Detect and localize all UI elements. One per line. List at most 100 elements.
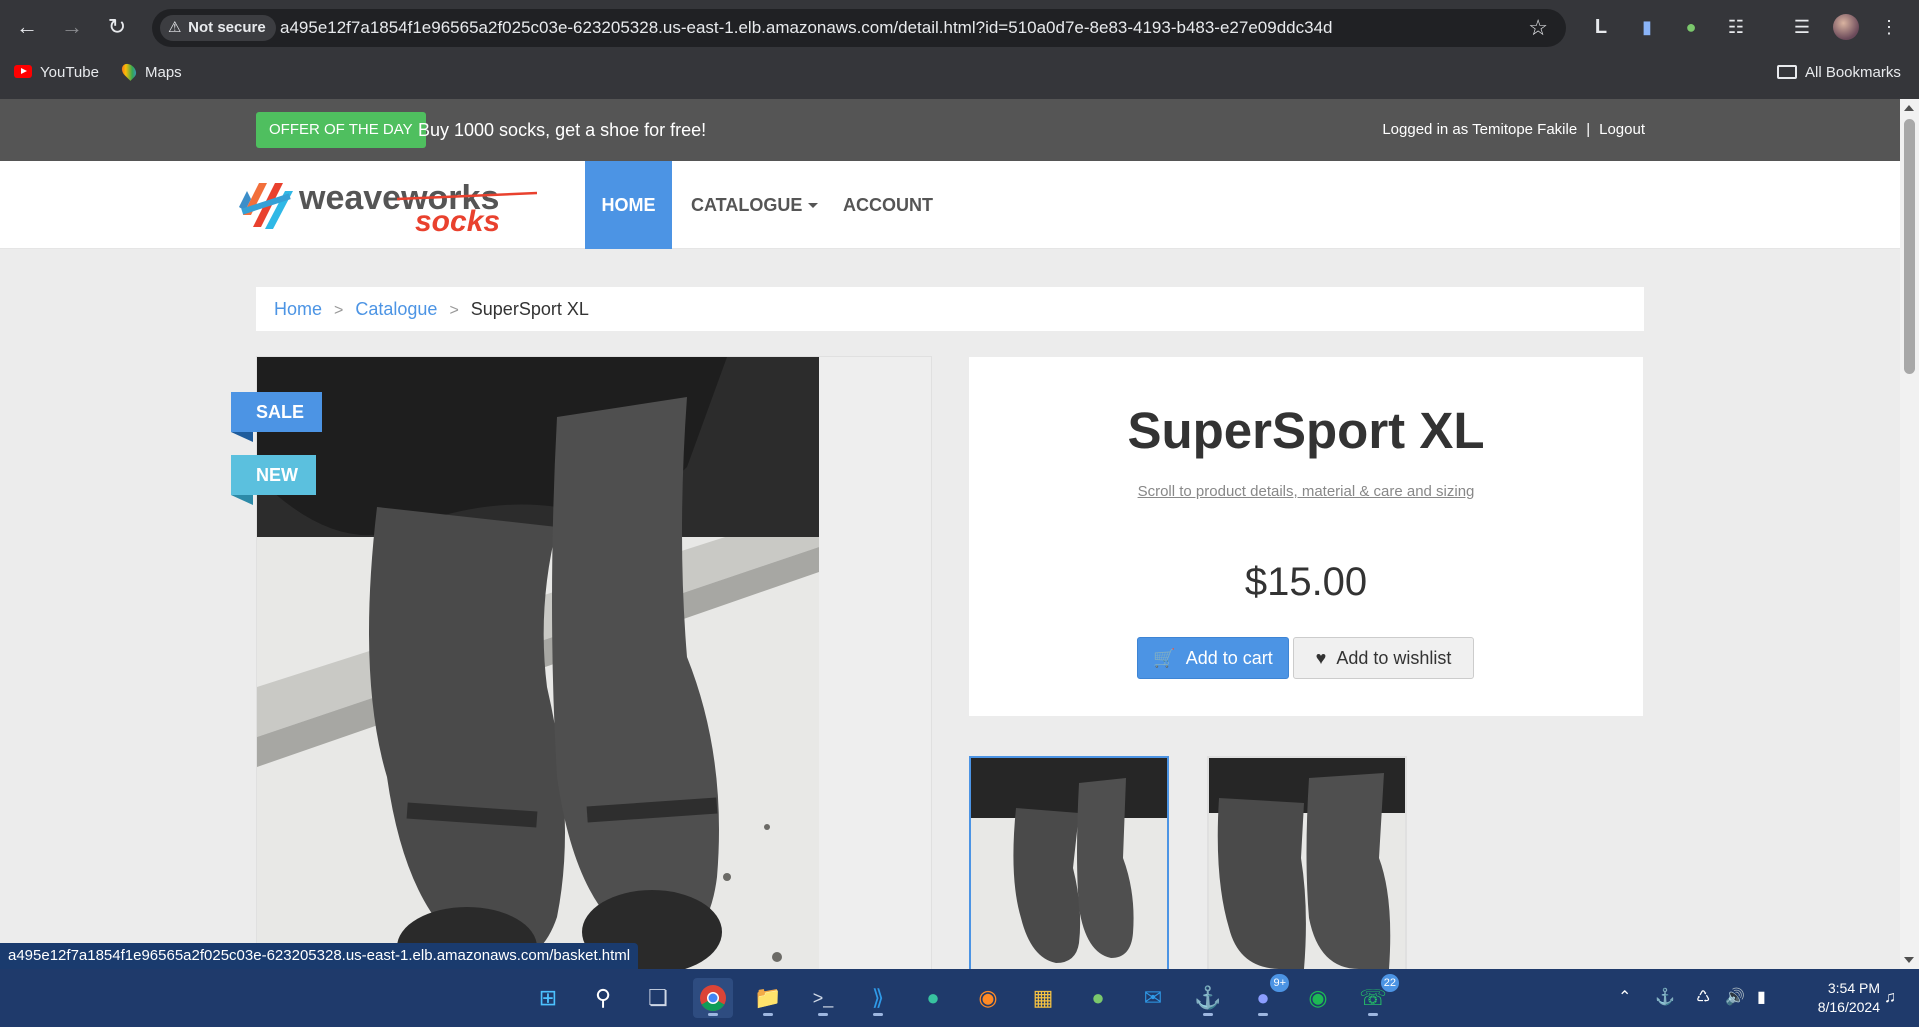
battery-icon[interactable]: ▮ xyxy=(1757,969,1766,1027)
product-price: $15.00 xyxy=(1244,560,1368,604)
reload-icon[interactable]: ↻ xyxy=(101,11,133,43)
clock-date: 8/16/2024 xyxy=(1817,999,1880,1015)
whatsapp-icon[interactable]: ☏ 22 xyxy=(1353,974,1399,1018)
all-bookmarks[interactable]: All Bookmarks xyxy=(1777,54,1901,92)
page-scrollbar[interactable] xyxy=(1900,99,1919,969)
discord-icon[interactable]: ● 9+ xyxy=(1243,974,1289,1018)
bookmark-maps[interactable]: Maps xyxy=(119,54,182,92)
url-text[interactable]: a495e12f7a1854f1e96565a2f025c03e-6232053… xyxy=(280,9,1332,47)
thumbnail-image-1 xyxy=(971,758,1167,969)
new-ribbon: NEW xyxy=(231,455,316,505)
bookmark-star-icon[interactable]: ☆ xyxy=(1528,9,1548,47)
whatsapp-badge: 22 xyxy=(1380,974,1399,992)
file-explorer-icon[interactable]: 📁 xyxy=(748,978,788,1018)
scroll-up-arrow-icon[interactable] xyxy=(1904,105,1914,111)
tray-chevron-up-icon[interactable]: ⌃ xyxy=(1618,969,1631,1027)
active-app-indicator xyxy=(708,1013,718,1016)
logged-in-text: Logged in as Temitope Fakile xyxy=(1382,121,1578,138)
add-to-cart-label: Add to cart xyxy=(1185,648,1273,668)
profile-avatar[interactable] xyxy=(1833,14,1859,40)
extension-l-icon[interactable]: L xyxy=(1586,12,1616,42)
breadcrumb-separator: > xyxy=(334,302,344,319)
forward-arrow-icon[interactable]: → xyxy=(56,11,88,43)
breadcrumb-current: SuperSport XL xyxy=(470,299,589,319)
nav-catalogue-label: CATALOGUE xyxy=(691,195,803,215)
offer-badge[interactable]: OFFER OF THE DAY xyxy=(256,112,426,148)
main-image-card xyxy=(256,356,932,969)
discord-badge: 9+ xyxy=(1270,974,1289,992)
logo-mark-icon xyxy=(239,183,293,229)
product-info-card: SuperSport XL Scroll to product details,… xyxy=(969,357,1643,716)
volume-icon[interactable]: 🔊 xyxy=(1725,969,1745,1027)
windows-taskbar: ⊞ ⚲ ❏ 📁 >_ ⟫ ● ◉ ▦ ● ✉ ⚓ ● 9+ ◉ ☏ 22 ⌃ ⚓ ♺… xyxy=(0,969,1919,1027)
back-arrow-icon[interactable]: ← xyxy=(11,11,43,43)
thumbnail-image-2 xyxy=(1209,758,1405,969)
photos-icon[interactable]: ● xyxy=(1078,978,1118,1018)
add-to-wishlist-button[interactable]: ♥ Add to wishlist xyxy=(1293,637,1474,679)
extension-photos-icon[interactable]: ● xyxy=(1676,12,1706,42)
breadcrumb-home[interactable]: Home xyxy=(274,299,322,319)
extensions-puzzle-icon[interactable]: ☷ xyxy=(1721,12,1751,42)
offer-text: Buy 1000 socks, get a shoe for free! xyxy=(418,120,707,140)
add-to-cart-button[interactable]: 🛒 Add to cart xyxy=(1137,637,1289,679)
spotify-icon[interactable]: ◉ xyxy=(1298,978,1338,1018)
vscode-icon[interactable]: ⟫ xyxy=(858,978,898,1018)
heart-icon: ♥ xyxy=(1315,648,1327,668)
microsoft-store-icon[interactable]: ▦ xyxy=(1023,978,1063,1018)
sale-ribbon: SALE xyxy=(231,392,323,442)
login-status: Logged in as Temitope Fakile | Logout xyxy=(1382,112,1645,148)
logo-line2: socks xyxy=(415,205,500,237)
chrome-icon[interactable] xyxy=(693,978,733,1018)
wifi-icon[interactable]: ♺ xyxy=(1696,969,1710,1027)
clock-time: 3:54 PM xyxy=(1827,980,1880,996)
extension-doc-icon[interactable]: ▮ xyxy=(1632,12,1662,42)
media-control-icon[interactable]: ☰ xyxy=(1787,12,1817,42)
breadcrumb: Home > Catalogue > SuperSport XL xyxy=(256,287,1644,331)
caret-down-icon xyxy=(808,203,819,208)
breadcrumb-separator: > xyxy=(449,302,459,319)
nav-catalogue[interactable]: CATALOGUE xyxy=(691,161,819,249)
scroll-down-arrow-icon[interactable] xyxy=(1904,957,1914,963)
warning-icon: ⚠ xyxy=(168,19,182,36)
firefox-icon[interactable]: ◉ xyxy=(968,978,1008,1018)
outlook-icon[interactable]: ✉ xyxy=(1133,978,1173,1018)
weaveworks-socks-logo[interactable]: weaveworks socks xyxy=(237,173,537,237)
youtube-icon xyxy=(14,65,32,78)
folder-icon xyxy=(1777,65,1797,79)
nav-home[interactable]: HOME xyxy=(585,161,672,249)
scroll-to-details-link[interactable]: Scroll to product details, material & ca… xyxy=(969,483,1643,500)
maps-icon xyxy=(119,61,139,81)
product-thumbnail[interactable] xyxy=(969,756,1169,969)
chrome-logo xyxy=(700,985,726,1012)
task-view-icon[interactable]: ❏ xyxy=(638,978,678,1018)
product-title: SuperSport XL xyxy=(1127,402,1485,459)
windows-start-icon[interactable]: ⊞ xyxy=(528,978,568,1018)
product-thumbnail[interactable] xyxy=(1207,756,1407,969)
browser-toolbar: ← → ↻ ⚠ Not secure a495e12f7a1854f1e9656… xyxy=(0,0,1919,54)
shopping-cart-icon: 🛒 xyxy=(1153,648,1176,668)
product-main-image[interactable] xyxy=(257,357,819,969)
bookmarks-bar: YouTube Maps All Bookmarks xyxy=(0,54,1919,99)
menu-kebab-icon[interactable]: ⋮ xyxy=(1874,12,1904,42)
edge-icon[interactable]: ● xyxy=(913,978,953,1018)
security-chip[interactable]: ⚠ Not secure xyxy=(160,15,276,41)
address-bar[interactable]: ⚠ Not secure a495e12f7a1854f1e96565a2f02… xyxy=(152,9,1566,47)
bookmark-label: Maps xyxy=(145,64,182,81)
scrollbar-thumb[interactable] xyxy=(1904,119,1915,374)
docker-icon[interactable]: ⚓ xyxy=(1188,978,1228,1018)
all-bookmarks-label: All Bookmarks xyxy=(1805,64,1901,81)
site-navbar: weaveworks socks HOME CATALOGUE ACCOUNT xyxy=(0,161,1900,249)
system-clock[interactable]: 3:54 PM 8/16/2024 xyxy=(1790,979,1880,1017)
search-icon[interactable]: ⚲ xyxy=(583,978,623,1018)
breadcrumb-catalogue[interactable]: Catalogue xyxy=(355,299,437,319)
page-viewport: OFFER OF THE DAY Buy 1000 socks, get a s… xyxy=(0,99,1900,969)
logout-link[interactable]: Logout xyxy=(1599,121,1645,138)
security-label: Not secure xyxy=(188,19,266,36)
nav-account[interactable]: ACCOUNT xyxy=(843,161,933,249)
terminal-icon[interactable]: >_ xyxy=(803,978,843,1018)
bookmark-label: YouTube xyxy=(40,64,99,81)
bookmark-youtube[interactable]: YouTube xyxy=(14,54,99,92)
notification-bell-icon[interactable]: ♫ xyxy=(1884,969,1896,1027)
add-to-wishlist-label: Add to wishlist xyxy=(1336,648,1452,668)
tray-docker-icon[interactable]: ⚓ xyxy=(1655,969,1675,1027)
